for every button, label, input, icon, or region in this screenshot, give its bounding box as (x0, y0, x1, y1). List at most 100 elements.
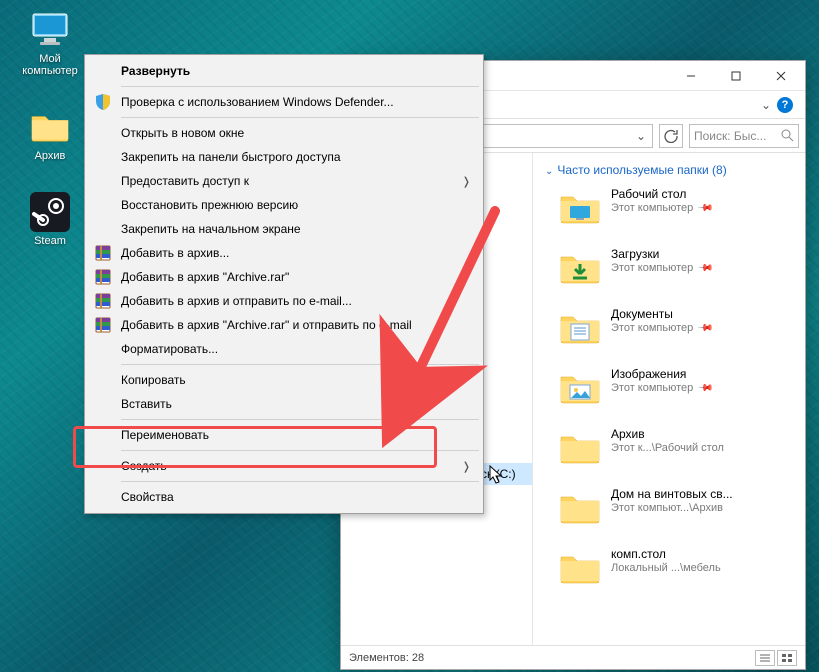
chevron-down-icon: ⌄ (545, 166, 553, 177)
context-menu-item[interactable]: Добавить в архив "Archive.rar" (87, 265, 481, 289)
context-menu-item-label: Добавить в архив... (121, 246, 229, 260)
folder-icon (559, 547, 601, 589)
search-placeholder: Поиск: Быс... (694, 129, 777, 143)
folder-name: Изображения (611, 367, 712, 381)
context-menu-item[interactable]: Открыть в новом окне (87, 121, 481, 145)
context-menu-item[interactable]: Восстановить прежнюю версию (87, 193, 481, 217)
context-menu-item-label: Создать (121, 459, 167, 473)
status-element-count: Элементов: 28 (349, 652, 424, 664)
folder-name: Загрузки (611, 247, 712, 261)
desktop-icon-steam[interactable]: Steam (14, 192, 86, 247)
context-menu-item-label: Добавить в архив "Archive.rar" (121, 270, 289, 284)
folder-name: Документы (611, 307, 712, 321)
context-menu-item-label: Открыть в новом окне (121, 126, 244, 140)
context-menu-item[interactable]: Свойства (87, 485, 481, 509)
pin-icon: 📌 (697, 382, 712, 394)
context-menu-item-label: Переименовать (121, 428, 209, 442)
context-menu-item[interactable]: Проверка с использованием Windows Defend… (87, 90, 481, 114)
context-menu-item[interactable]: Создать ❭ (87, 454, 481, 478)
folder-icon (559, 247, 601, 289)
search-box[interactable]: Поиск: Быс... (689, 124, 799, 148)
chevron-right-icon: ❭ (462, 460, 471, 473)
ribbon-expand-icon[interactable]: ⌄ (761, 98, 771, 112)
desktop-icon-label: Архив (35, 150, 66, 162)
folder-name: комп.стол (611, 547, 721, 561)
context-menu-item[interactable]: Вставить (87, 392, 481, 416)
help-icon[interactable]: ? (777, 97, 793, 113)
frequent-folders-heading[interactable]: ⌄Часто используемые папки (8) (545, 163, 795, 177)
mouse-cursor-icon (487, 465, 505, 487)
pin-icon: 📌 (697, 262, 712, 274)
desktop-icon-label: Steam (34, 235, 66, 247)
shield-icon (93, 92, 113, 112)
desktop-icon-label: Мойкомпьютер (22, 53, 77, 77)
folder-name: Архив (611, 427, 724, 441)
frequent-folder-item[interactable]: АрхивЭтот к...\Рабочий стол (559, 427, 795, 469)
folder-sublabel: Этот компьютер📌 (611, 202, 712, 214)
folder-icon (30, 107, 70, 147)
desktop-icons-column: Мойкомпьютер Архив Steam (14, 10, 86, 247)
frequent-folder-item[interactable]: комп.столЛокальный ...\мебель (559, 547, 795, 589)
context-menu-item[interactable]: Добавить в архив "Archive.rar" и отправи… (87, 313, 481, 337)
steam-icon (30, 192, 70, 232)
folder-icon (559, 367, 601, 409)
maximize-button[interactable] (713, 62, 758, 90)
rar-icon (93, 243, 113, 263)
context-menu-item[interactable]: Развернуть (87, 59, 481, 83)
context-menu-item[interactable]: Добавить в архив и отправить по e-mail..… (87, 289, 481, 313)
chevron-right-icon: ❭ (462, 175, 471, 188)
context-menu: Развернуть Проверка с использованием Wind… (84, 54, 484, 514)
pin-icon: 📌 (697, 322, 712, 334)
frequent-folder-item[interactable]: ЗагрузкиЭтот компьютер📌 (559, 247, 795, 289)
view-details-button[interactable] (755, 650, 775, 666)
chevron-down-icon[interactable]: ⌄ (636, 129, 646, 143)
context-menu-item-label: Добавить в архив и отправить по e-mail..… (121, 294, 352, 308)
refresh-button[interactable] (659, 124, 683, 148)
frequent-folder-item[interactable]: ИзображенияЭтот компьютер📌 (559, 367, 795, 409)
context-menu-item[interactable]: Переименовать (87, 423, 481, 447)
context-menu-item[interactable]: Предоставить доступ к ❭ (87, 169, 481, 193)
context-menu-item-label: Форматировать... (121, 342, 218, 356)
context-menu-item-label: Восстановить прежнюю версию (121, 198, 298, 212)
rar-icon (93, 315, 113, 335)
rar-icon (93, 267, 113, 287)
monitor-icon (30, 10, 70, 50)
folder-icon (559, 487, 601, 529)
folder-icon (559, 187, 601, 229)
context-menu-item[interactable]: Копировать (87, 368, 481, 392)
context-menu-item-label: Вставить (121, 397, 172, 411)
folder-sublabel: Этот к...\Рабочий стол (611, 442, 724, 454)
pin-icon: 📌 (697, 202, 712, 214)
desktop-icon-archive[interactable]: Архив (14, 107, 86, 162)
context-menu-item-label: Свойства (121, 490, 174, 504)
folder-icon (559, 427, 601, 469)
explorer-content-pane[interactable]: ⌄Часто используемые папки (8) Рабочий ст… (533, 153, 805, 645)
folder-sublabel: Этот компьют...\Архив (611, 502, 733, 514)
context-menu-item-label: Копировать (121, 373, 186, 387)
view-large-icons-button[interactable] (777, 650, 797, 666)
folder-sublabel: Этот компьютер📌 (611, 382, 712, 394)
context-menu-item-label: Закрепить на начальном экране (121, 222, 301, 236)
context-menu-item-label: Закрепить на панели быстрого доступа (121, 150, 341, 164)
rar-icon (93, 291, 113, 311)
context-menu-item-label: Предоставить доступ к (121, 174, 249, 188)
context-menu-item[interactable]: Добавить в архив... (87, 241, 481, 265)
folder-sublabel: Этот компьютер📌 (611, 322, 712, 334)
context-menu-item-label: Развернуть (121, 64, 190, 78)
frequent-folder-item[interactable]: ДокументыЭтот компьютер📌 (559, 307, 795, 349)
folder-sublabel: Локальный ...\мебель (611, 562, 721, 574)
folder-icon (559, 307, 601, 349)
folder-name: Рабочий стол (611, 187, 712, 201)
frequent-folder-item[interactable]: Рабочий столЭтот компьютер📌 (559, 187, 795, 229)
context-menu-item[interactable]: Закрепить на начальном экране (87, 217, 481, 241)
explorer-status-bar: Элементов: 28 (341, 645, 805, 669)
context-menu-item[interactable]: Форматировать... (87, 337, 481, 361)
context-menu-item-label: Проверка с использованием Windows Defend… (121, 95, 394, 109)
folder-sublabel: Этот компьютер📌 (611, 262, 712, 274)
desktop-icon-my-computer[interactable]: Мойкомпьютер (14, 10, 86, 77)
folder-name: Дом на винтовых св... (611, 487, 733, 501)
close-button[interactable] (758, 62, 803, 90)
minimize-button[interactable] (668, 62, 713, 90)
context-menu-item[interactable]: Закрепить на панели быстрого доступа (87, 145, 481, 169)
frequent-folder-item[interactable]: Дом на винтовых св...Этот компьют...\Арх… (559, 487, 795, 529)
